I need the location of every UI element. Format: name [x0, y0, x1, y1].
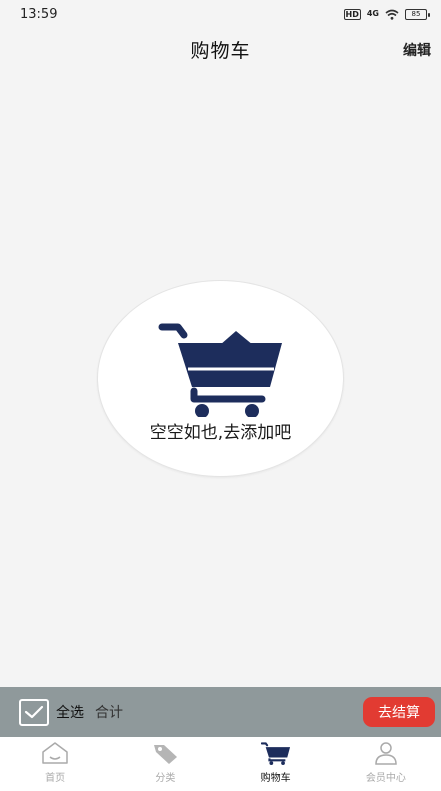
select-all-checkbox[interactable]	[19, 698, 49, 726]
user-icon	[371, 740, 401, 766]
checkout-bar: 全选 合计 去结算	[0, 687, 441, 737]
cart-screen: 13:59 HD 4G 85 购物车 编辑 空空如也,去添加吧 全选 合计 去结…	[0, 0, 441, 791]
status-bar: 13:59 HD 4G 85	[0, 0, 441, 28]
bottom-nav: 首页 分类 购物车 会员中心	[0, 737, 441, 791]
empty-cart-panel: 空空如也,去添加吧	[97, 280, 344, 477]
home-icon	[40, 740, 70, 766]
nav-item-home[interactable]: 首页	[0, 737, 110, 791]
page-title: 购物车	[190, 40, 251, 62]
network-icon: 4G	[366, 9, 379, 18]
nav-item-member[interactable]: 会员中心	[331, 737, 441, 791]
nav-label-cart: 购物车	[260, 773, 291, 784]
nav-label-category: 分类	[155, 773, 176, 784]
nav-label-member: 会员中心	[365, 773, 406, 784]
edit-button[interactable]: 编辑	[403, 40, 431, 60]
wifi-icon	[385, 9, 399, 20]
nav-item-cart[interactable]: 购物车	[221, 737, 331, 791]
cart-icon	[260, 740, 291, 766]
battery-icon: 85	[405, 8, 430, 20]
empty-cart-message: 空空如也,去添加吧	[149, 423, 292, 443]
app-header: 购物车 编辑	[0, 28, 441, 72]
nav-label-home: 首页	[45, 773, 66, 784]
status-time: 13:59	[20, 6, 58, 22]
status-icons: HD 4G 85	[343, 8, 430, 20]
nav-item-category[interactable]: 分类	[110, 737, 220, 791]
shopping-cart-icon	[158, 323, 282, 417]
select-all-label[interactable]: 全选	[56, 702, 84, 722]
tag-icon	[150, 740, 180, 766]
total-label: 合计	[95, 705, 123, 721]
hd-icon: HD	[343, 8, 361, 20]
check-icon	[24, 705, 44, 719]
checkout-button[interactable]: 去结算	[363, 697, 435, 727]
